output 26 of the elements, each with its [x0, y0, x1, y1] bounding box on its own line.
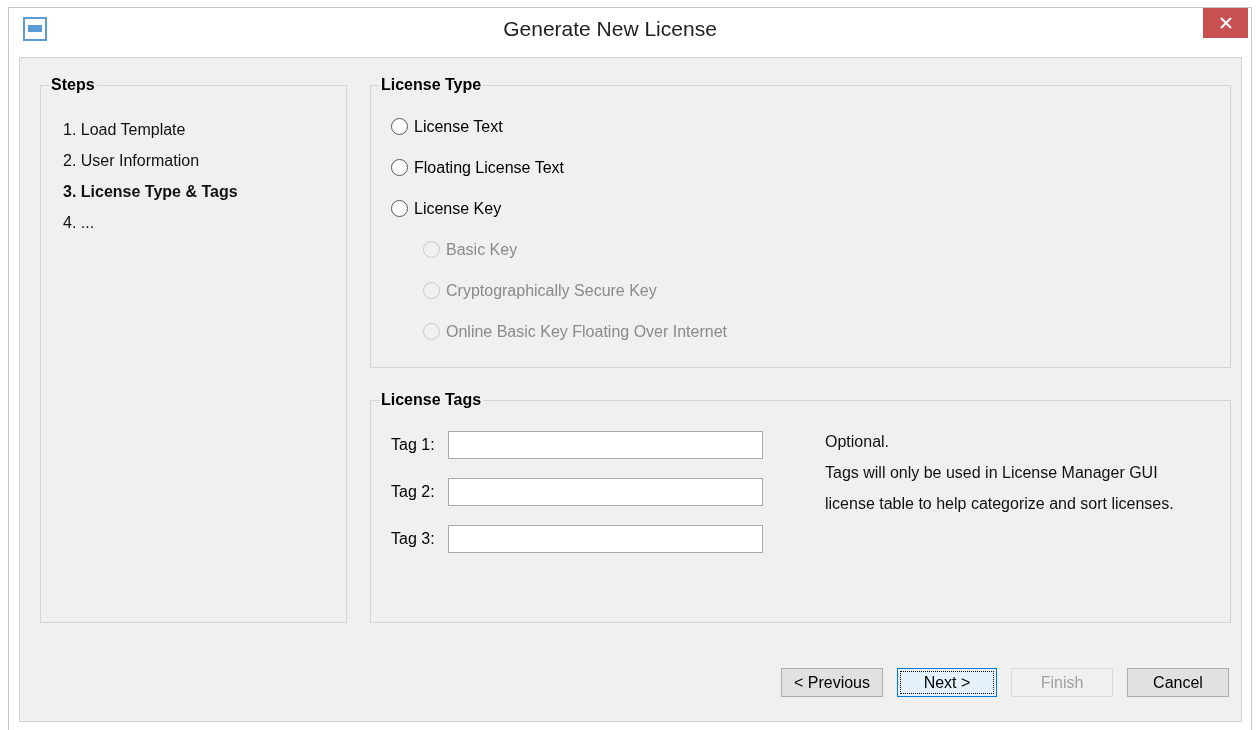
window-title: Generate New License: [502, 17, 718, 41]
help-text: Optional.: [825, 432, 891, 452]
step-item: 4. ...: [63, 213, 96, 233]
step-item: 1. Load Template: [63, 120, 187, 140]
help-text: Tags will only be used in License Manager GUI: [825, 463, 1159, 483]
field-label: Tag 1:: [391, 436, 436, 454]
field-label: Tag 2:: [391, 483, 436, 501]
wizard-button[interactable]: Cancel: [1127, 668, 1229, 697]
close-button[interactable]: [1203, 8, 1248, 38]
step-item: 3. License Type & Tags: [63, 182, 239, 202]
wizard-button[interactable]: < Previous: [781, 668, 883, 697]
tag-field[interactable]: [448, 525, 763, 553]
radio-button[interactable]: License Text: [391, 106, 503, 147]
tag-field[interactable]: [448, 431, 763, 459]
help-text: license table to help categorize and sort licenses.: [825, 494, 1174, 514]
app-icon: [23, 17, 47, 41]
wizard-button[interactable]: Next >: [897, 668, 997, 697]
close-icon: [1219, 17, 1232, 29]
group-title: Steps: [50, 76, 96, 94]
step-item: 2. User Information: [63, 151, 201, 171]
group-title: License Tags: [380, 391, 483, 409]
radio-button[interactable]: License Key: [391, 188, 502, 229]
tag-field[interactable]: [448, 478, 763, 506]
field-label: Tag 3:: [391, 530, 436, 548]
radio-button[interactable]: Floating License Text: [391, 147, 564, 188]
group-title: License Type: [380, 76, 483, 94]
